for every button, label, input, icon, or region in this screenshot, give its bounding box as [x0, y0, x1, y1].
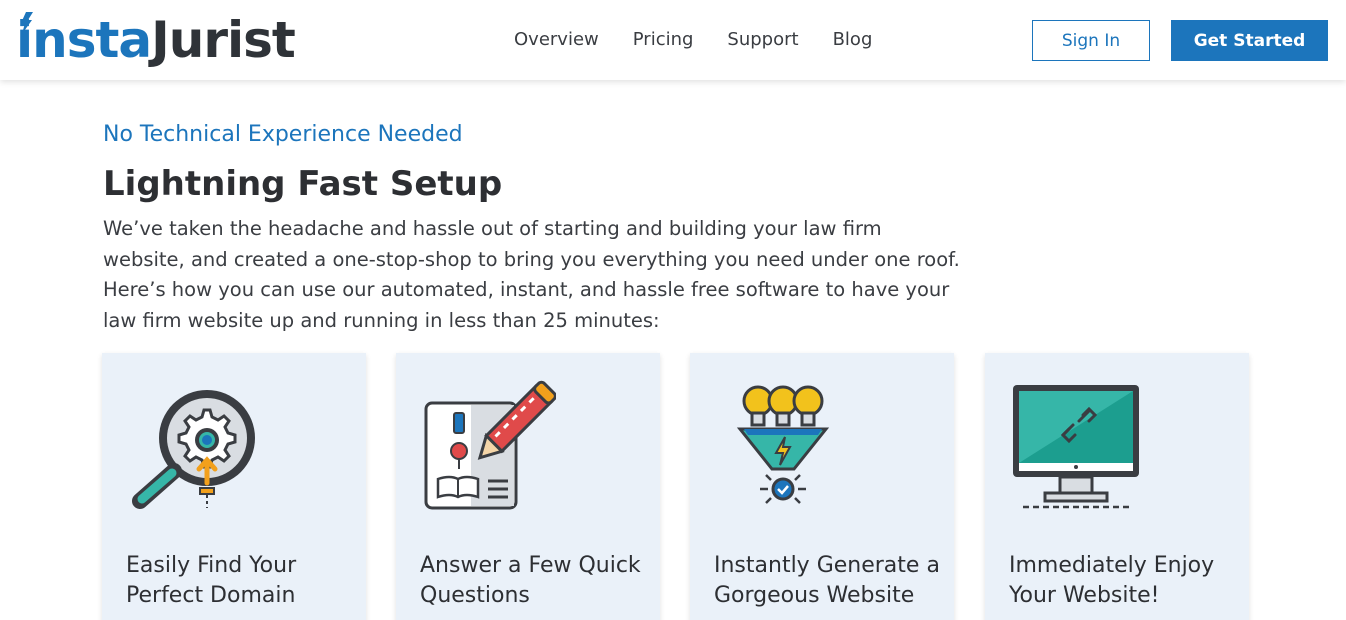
feature-card-generate: Instantly Generate a Gorgeous Website: [690, 353, 954, 620]
logo-text-insta: insta: [16, 11, 152, 69]
section-title: Lightning Fast Setup: [103, 164, 503, 204]
logo-text-jurist: Jurist: [151, 11, 296, 69]
nav-overview[interactable]: Overview: [514, 28, 599, 52]
form-pencil-icon: [424, 380, 556, 510]
feature-card-domain: Easily Find Your Perfect Domain: [102, 353, 366, 620]
feature-card-title: Easily Find Your Perfect Domain: [126, 553, 297, 608]
sign-in-button[interactable]: Sign In: [1032, 20, 1150, 61]
feature-card-title: Instantly Generate a Gorgeous Website: [714, 553, 940, 608]
feature-card-questions: Answer a Few Quick Questions: [396, 353, 660, 620]
section-description: We’ve taken the headache and hassle out …: [103, 217, 960, 332]
monitor-link-icon: [1013, 385, 1139, 509]
feature-card-title: Answer a Few Quick Questions: [420, 553, 641, 608]
section-eyebrow: No Technical Experience Needed: [103, 122, 463, 147]
nav-support[interactable]: Support: [727, 28, 798, 52]
nav-pricing[interactable]: Pricing: [633, 28, 694, 52]
logo[interactable]: instaJurist: [16, 11, 296, 69]
nav-blog[interactable]: Blog: [833, 28, 873, 52]
main-nav: Overview Pricing Support Blog: [514, 28, 906, 52]
site-header: instaJurist Overview Pricing Support Blo…: [0, 0, 1346, 80]
magnifier-gear-icon: [132, 390, 255, 509]
logo-bolt-icon: [21, 12, 33, 34]
feature-card-title: Immediately Enjoy Your Website!: [1009, 553, 1215, 608]
feature-card-enjoy: Immediately Enjoy Your Website!: [985, 353, 1249, 620]
get-started-button[interactable]: Get Started: [1171, 20, 1328, 61]
lightbulbs-funnel-icon: [736, 385, 830, 504]
